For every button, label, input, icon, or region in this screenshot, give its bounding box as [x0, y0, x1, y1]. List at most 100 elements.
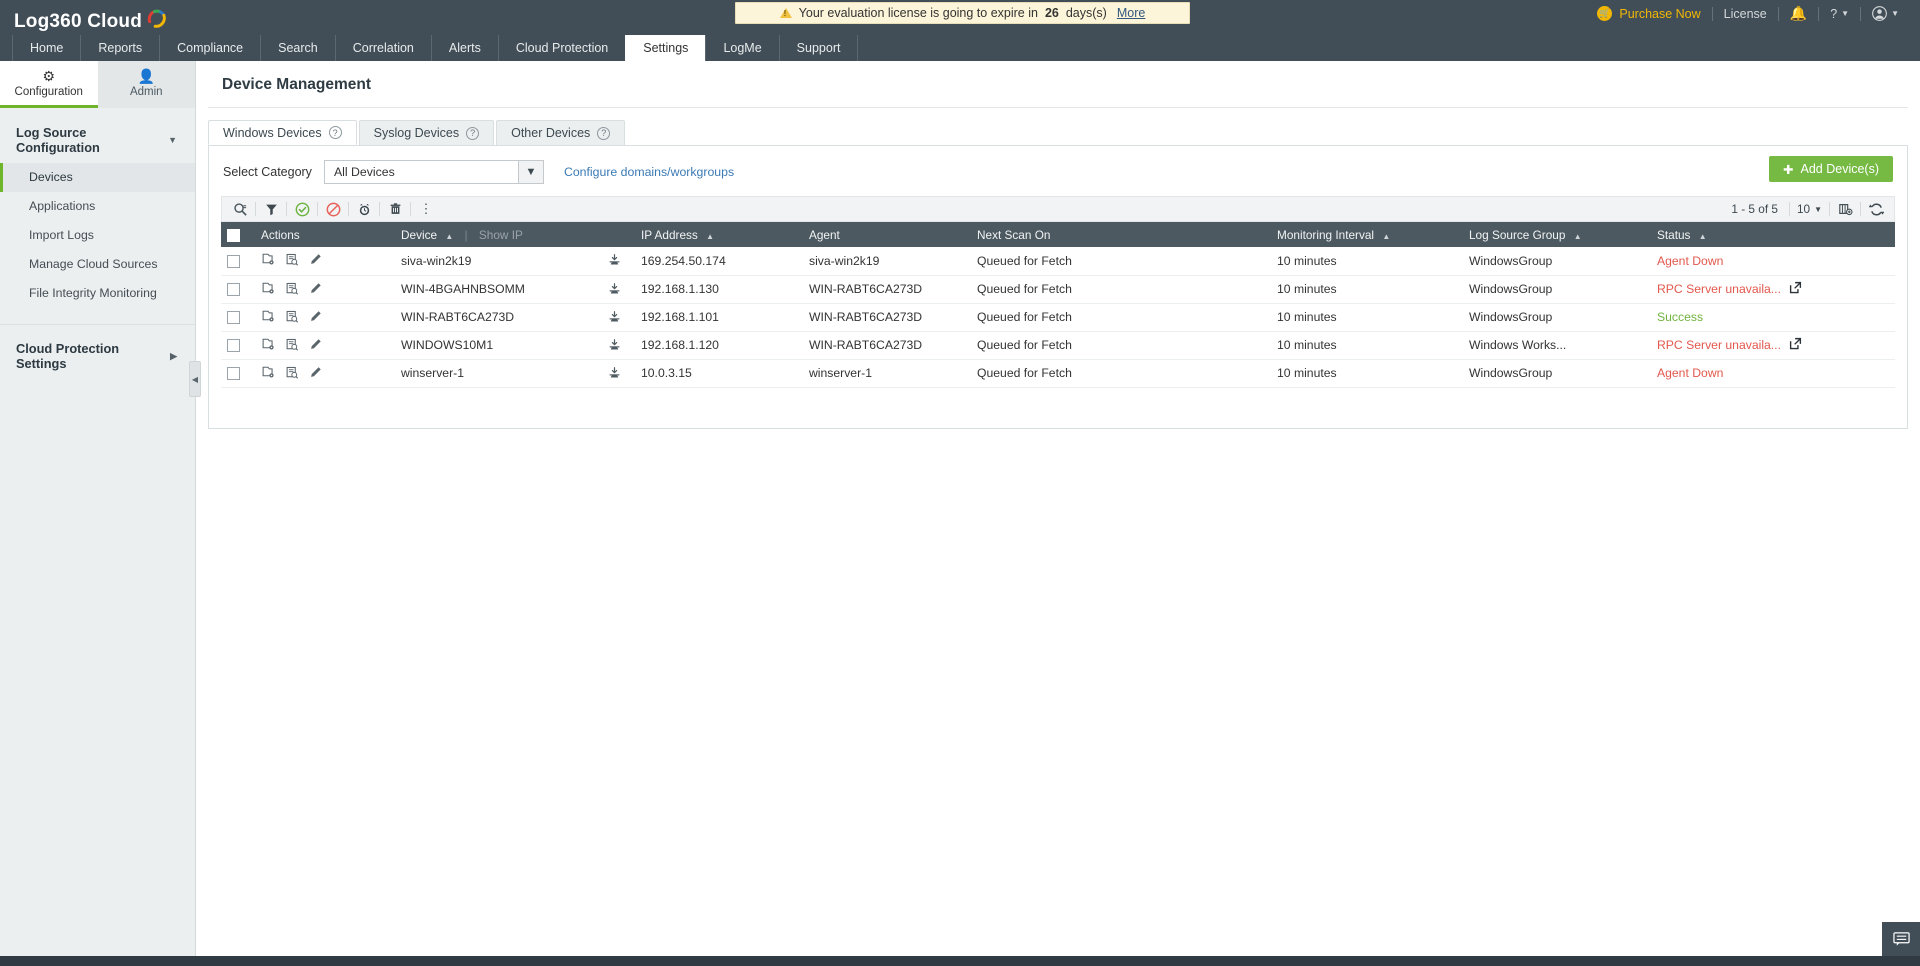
row-checkbox[interactable]	[227, 255, 240, 268]
add-column-icon[interactable]	[1831, 197, 1859, 221]
add-device-button[interactable]: ✚ Add Device(s)	[1769, 156, 1893, 182]
view-logs-icon[interactable]	[285, 282, 299, 297]
status-badge: Agent Down	[1657, 254, 1723, 268]
sidebar-section-cloud-protection-settings[interactable]: Cloud Protection Settings ▶	[0, 324, 195, 379]
more-options-icon[interactable]: ⋮	[412, 197, 440, 221]
refresh-icon[interactable]	[1862, 197, 1890, 221]
trash-icon[interactable]	[381, 197, 409, 221]
sidebar-item-manage-cloud-sources[interactable]: Manage Cloud Sources	[0, 250, 195, 279]
column-monitoring-interval[interactable]: Monitoring Interval ▲	[1271, 222, 1463, 247]
column-device[interactable]: Device ▲ | Show IP	[395, 222, 635, 247]
search-icon[interactable]	[226, 197, 254, 221]
help-icon[interactable]: ?	[329, 126, 342, 139]
sidebar-item-applications[interactable]: Applications	[0, 192, 195, 221]
table-row[interactable]: winserver-110.0.3.15winserver-1Queued fo…	[221, 359, 1895, 387]
sidebar-section-title: Log Source Configuration	[16, 125, 168, 155]
nav-tab-support[interactable]: Support	[779, 35, 859, 61]
sidebar-collapse-handle[interactable]: ◀	[189, 361, 201, 397]
manage-device-icon[interactable]	[261, 310, 275, 325]
column-status[interactable]: Status ▲	[1651, 222, 1895, 247]
help-menu[interactable]: ? ▼	[1819, 6, 1860, 22]
nav-tab-compliance[interactable]: Compliance	[159, 35, 260, 61]
install-agent-icon[interactable]	[608, 366, 621, 383]
manage-device-icon[interactable]	[261, 338, 275, 353]
nav-tab-settings[interactable]: Settings	[625, 35, 705, 61]
sidebar-item-import-logs[interactable]: Import Logs	[0, 221, 195, 250]
divider: |	[465, 228, 468, 242]
install-agent-icon[interactable]	[608, 282, 621, 299]
manage-device-icon[interactable]	[261, 366, 275, 381]
nav-tab-correlation[interactable]: Correlation	[335, 35, 431, 61]
view-logs-icon[interactable]	[285, 310, 299, 325]
install-agent-icon[interactable]	[608, 310, 621, 327]
device-name: WIN-4BGAHNBSOMM	[401, 282, 525, 296]
row-next-scan-cell: Queued for Fetch	[971, 247, 1271, 275]
tab-other-devices[interactable]: Other Devices?	[496, 120, 625, 145]
row-group-cell: WindowsGroup	[1463, 275, 1651, 303]
row-actions-cell	[255, 331, 395, 359]
edit-device-icon[interactable]	[309, 253, 322, 268]
view-logs-icon[interactable]	[285, 366, 299, 381]
view-logs-icon[interactable]	[285, 253, 299, 268]
install-agent-icon[interactable]	[608, 253, 621, 270]
row-group-cell: WindowsGroup	[1463, 303, 1651, 331]
column-ip-address[interactable]: IP Address ▲	[635, 222, 803, 247]
chat-widget-button[interactable]	[1882, 922, 1920, 956]
show-ip-toggle[interactable]: Show IP	[479, 228, 523, 242]
open-external-icon[interactable]	[1789, 281, 1802, 297]
filter-icon[interactable]	[257, 197, 285, 221]
nav-tab-home[interactable]: Home	[12, 35, 80, 61]
notifications-button[interactable]: 🔔	[1779, 6, 1818, 22]
edit-device-icon[interactable]	[309, 338, 322, 353]
tab-syslog-devices[interactable]: Syslog Devices?	[359, 120, 494, 145]
table-row[interactable]: WIN-4BGAHNBSOMM192.168.1.130WIN-RABT6CA2…	[221, 275, 1895, 303]
device-type-tabs: Windows Devices?Syslog Devices?Other Dev…	[208, 108, 1908, 146]
tab-label: Other Devices	[511, 126, 590, 140]
edit-device-icon[interactable]	[309, 282, 322, 297]
manage-device-icon[interactable]	[261, 282, 275, 297]
install-agent-icon[interactable]	[608, 338, 621, 355]
manage-device-icon[interactable]	[261, 253, 275, 268]
enable-device-icon[interactable]	[288, 197, 316, 221]
sidebar-section-log-source-configuration[interactable]: Log Source Configuration ▼	[0, 108, 195, 163]
sidebar-tab-admin[interactable]: 👤 Admin	[98, 61, 196, 108]
app-logo[interactable]: Log360 Cloud	[14, 11, 168, 33]
view-logs-icon[interactable]	[285, 338, 299, 353]
nav-tab-reports[interactable]: Reports	[80, 35, 159, 61]
row-checkbox[interactable]	[227, 367, 240, 380]
disable-device-icon[interactable]	[319, 197, 347, 221]
sidebar-tab-configuration[interactable]: ⚙ Configuration	[0, 61, 98, 108]
select-all-checkbox[interactable]	[227, 229, 240, 242]
configure-domains-link[interactable]: Configure domains/workgroups	[564, 165, 734, 179]
table-row[interactable]: WINDOWS10M1192.168.1.120WIN-RABT6CA273DQ…	[221, 331, 1895, 359]
device-name: WIN-RABT6CA273D	[401, 310, 514, 324]
sidebar-item-devices[interactable]: Devices	[0, 163, 195, 192]
row-checkbox[interactable]	[227, 311, 240, 324]
table-row[interactable]: siva-win2k19169.254.50.174siva-win2k19Qu…	[221, 247, 1895, 275]
edit-device-icon[interactable]	[309, 366, 322, 381]
row-checkbox[interactable]	[227, 339, 240, 352]
purchase-now-button[interactable]: 🛒 Purchase Now	[1586, 6, 1711, 22]
column-next-scan-on[interactable]: Next Scan On	[971, 222, 1271, 247]
help-icon[interactable]: ?	[466, 127, 479, 140]
column-agent[interactable]: Agent	[803, 222, 971, 247]
license-button[interactable]: License	[1713, 6, 1778, 22]
sidebar-item-file-integrity-monitoring[interactable]: File Integrity Monitoring	[0, 279, 195, 308]
page-size-select[interactable]: 10 ▼	[1791, 202, 1828, 216]
row-checkbox[interactable]	[227, 283, 240, 296]
category-select[interactable]: All Devices ▼	[324, 160, 544, 184]
alarm-clock-icon[interactable]	[350, 197, 378, 221]
open-external-icon[interactable]	[1789, 337, 1802, 353]
nav-tab-search[interactable]: Search	[260, 35, 335, 61]
edit-device-icon[interactable]	[309, 310, 322, 325]
divider	[410, 202, 411, 216]
nav-tab-alerts[interactable]: Alerts	[431, 35, 498, 61]
column-log-source-group[interactable]: Log Source Group ▲	[1463, 222, 1651, 247]
nav-tab-logme[interactable]: LogMe	[705, 35, 778, 61]
tab-windows-devices[interactable]: Windows Devices?	[208, 120, 357, 145]
help-icon[interactable]: ?	[597, 127, 610, 140]
user-menu[interactable]: ▼	[1861, 6, 1910, 22]
nav-tab-cloud-protection[interactable]: Cloud Protection	[498, 35, 625, 61]
license-more-link[interactable]: More	[1117, 6, 1145, 20]
table-row[interactable]: WIN-RABT6CA273D192.168.1.101WIN-RABT6CA2…	[221, 303, 1895, 331]
